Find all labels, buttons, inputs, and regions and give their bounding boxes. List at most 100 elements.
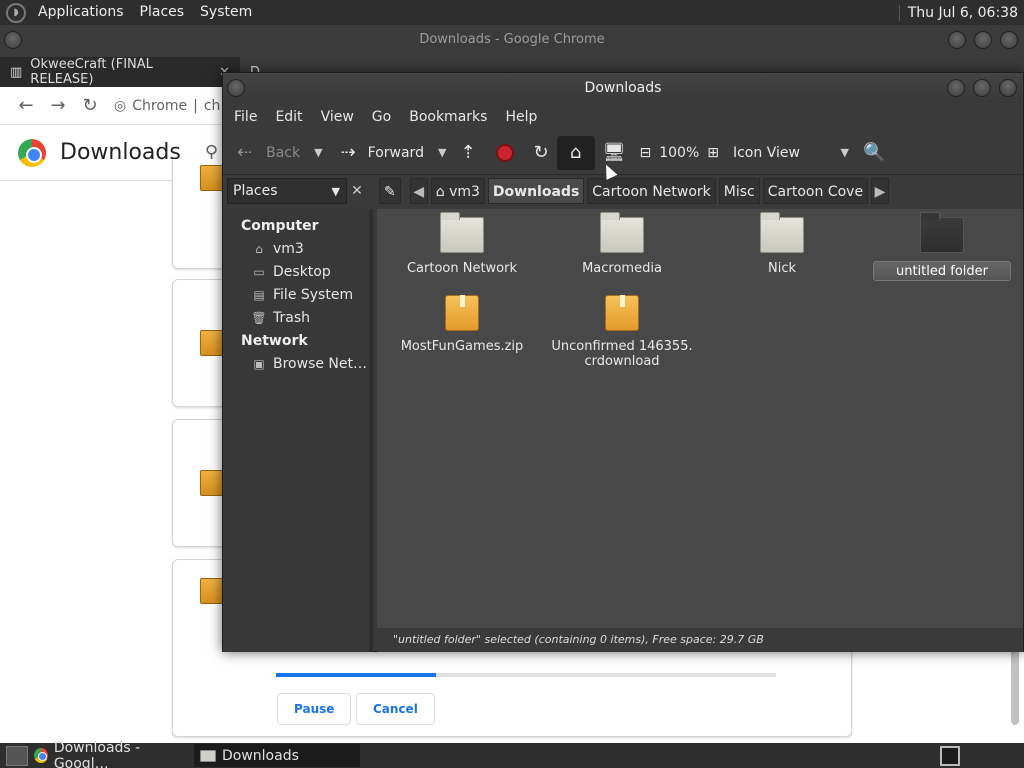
search-button[interactable]: 🔍 — [857, 136, 891, 170]
tab-label: OkweeCraft (FINAL RELEASE) — [30, 57, 153, 87]
zoom-level: 100% — [659, 144, 700, 161]
sidebar-item-vm3[interactable]: ⌂ vm3 — [223, 238, 369, 261]
window-menu-icon[interactable] — [227, 79, 245, 97]
forward-icon[interactable]: → — [42, 95, 74, 116]
omnibox-label: Chrome — [132, 97, 188, 114]
sidebar-places-select[interactable]: Places ▼ — [227, 178, 347, 204]
view-mode-select[interactable]: Icon View ▼ — [727, 136, 855, 170]
pencil-icon: ✎ — [384, 184, 396, 200]
back-label: Back — [266, 144, 301, 161]
back-icon[interactable]: ← — [10, 95, 42, 116]
menu-file[interactable]: File — [225, 109, 266, 125]
back-button[interactable]: ⇠ Back — [231, 136, 306, 170]
minimize-icon[interactable] — [947, 79, 965, 97]
clock[interactable]: Thu Jul 6, 06:38 — [898, 4, 1024, 21]
forward-label: Forward — [367, 144, 424, 161]
chevron-down-icon: ▼ — [314, 146, 323, 159]
file-item-label-line2: crdownload — [584, 354, 660, 369]
applications-menu[interactable]: Applications — [30, 0, 132, 25]
file-item-folder[interactable]: Nick — [697, 212, 867, 276]
computer-icon: 🖥 — [602, 142, 626, 163]
file-item-label: Cartoon Network — [406, 261, 518, 276]
edit-location-button[interactable]: ✎ — [379, 178, 401, 204]
close-window-icon[interactable] — [999, 79, 1017, 97]
archive-icon — [605, 295, 639, 331]
up-button[interactable]: ⇡ — [454, 136, 481, 170]
tab-okweecraft[interactable]: ▥ OkweeCraft (FINAL RELEASE) ✕ — [0, 57, 240, 87]
chevron-down-icon: ▼ — [840, 146, 849, 159]
network-icon: ▣ — [253, 357, 265, 371]
breadcrumb-downloads[interactable]: Downloads — [487, 178, 585, 204]
breadcrumb-right-arrow[interactable]: ▶ — [871, 178, 890, 204]
fm-titlebar[interactable]: Downloads — [223, 73, 1023, 103]
file-item-folder[interactable]: Cartoon Network — [377, 212, 547, 276]
desktop-icon: ▭ — [253, 265, 265, 279]
places-menu[interactable]: Places — [132, 0, 193, 25]
menu-view[interactable]: View — [312, 109, 363, 125]
home-icon: ⌂ — [569, 142, 582, 163]
top-panel: ◗ Applications Places System Thu Jul 6, … — [0, 0, 1024, 25]
forward-arrow-icon: ⇢ — [340, 142, 356, 163]
distro-logo-icon[interactable]: ◗ — [6, 2, 26, 23]
omnibox[interactable]: ◎ Chrome | ch — [114, 98, 220, 114]
reload-icon[interactable]: ↻ — [74, 95, 106, 116]
zoom-in-icon: ⊞ — [707, 144, 719, 161]
sidebar-close-button[interactable]: ✕ — [346, 178, 368, 204]
home-icon: ⌂ — [255, 242, 263, 256]
system-menu[interactable]: System — [192, 0, 260, 25]
cancel-button[interactable]: Cancel — [356, 693, 435, 725]
taskbar-item-file-manager[interactable]: Downloads — [194, 744, 360, 767]
icon-view[interactable]: Cartoon Network Macromedia Nick untitled… — [377, 209, 1023, 628]
breadcrumb-cartoon-network[interactable]: Cartoon Network — [587, 178, 716, 204]
sidebar-item-file-system[interactable]: ▤ File System — [223, 284, 369, 307]
menu-go[interactable]: Go — [363, 109, 400, 125]
computer-button[interactable]: 🖥 — [597, 136, 632, 170]
workspace-switcher-icon[interactable] — [940, 745, 960, 766]
back-history-dropdown[interactable]: ▼ — [308, 136, 328, 170]
breadcrumb-vm3[interactable]: ⌂ vm3 — [430, 178, 485, 204]
file-item-folder-selected[interactable]: untitled folder — [857, 212, 1024, 281]
folder-icon — [920, 212, 964, 253]
scrollbar[interactable] — [1011, 645, 1019, 725]
taskbar-item-chrome[interactable]: Downloads - Googl… — [28, 740, 194, 768]
chrome-icon — [34, 748, 48, 763]
sidebar-item-trash[interactable]: 🗑 Trash — [223, 307, 369, 330]
back-arrow-icon: ⇠ — [237, 142, 253, 163]
archive-icon — [445, 295, 479, 331]
drive-icon: ▤ — [253, 288, 265, 302]
home-button[interactable]: ⌂ — [556, 135, 595, 170]
sidebar-item-label: Desktop — [273, 264, 331, 280]
sidebar-item-browse-network[interactable]: ▣ Browse Net… — [223, 353, 369, 376]
stop-button[interactable] — [490, 136, 520, 170]
forward-history-dropdown[interactable]: ▼ — [432, 136, 452, 170]
stop-icon — [495, 143, 514, 162]
maximize-icon[interactable] — [974, 31, 992, 49]
reload-button[interactable]: ↻ — [528, 136, 555, 170]
menu-bookmarks[interactable]: Bookmarks — [400, 109, 496, 125]
window-menu-icon[interactable] — [4, 31, 22, 49]
sidebar-item-desktop[interactable]: ▭ Desktop — [223, 261, 369, 284]
file-item-archive[interactable]: MostFunGames.zip — [377, 295, 547, 354]
file-item-folder[interactable]: Macromedia — [537, 212, 707, 276]
close-window-icon[interactable] — [1000, 31, 1018, 49]
sidebar-section-computer: Computer — [241, 218, 319, 234]
maximize-icon[interactable] — [973, 79, 991, 97]
breadcrumb-left-arrow[interactable]: ◀ — [409, 178, 428, 204]
minimize-icon[interactable] — [948, 31, 966, 49]
fm-window-title: Downloads — [584, 80, 662, 96]
menu-help[interactable]: Help — [496, 109, 546, 125]
forward-button[interactable]: ⇢ Forward — [335, 136, 430, 170]
rename-field[interactable]: untitled folder — [873, 261, 1011, 281]
zoom-out-button[interactable]: ⊟ — [633, 136, 657, 170]
zoom-in-button[interactable]: ⊞ — [701, 136, 725, 170]
fm-menubar: File Edit View Go Bookmarks Help — [223, 103, 1023, 131]
breadcrumb-misc[interactable]: Misc — [718, 178, 760, 204]
pause-button[interactable]: Pause — [277, 693, 352, 725]
breadcrumb-cartoon-cove[interactable]: Cartoon Cove — [762, 178, 869, 204]
file-item-archive[interactable]: Unconfirmed 146355. crdownload — [537, 295, 707, 369]
tab-favicon-icon: ▥ — [10, 64, 23, 80]
file-item-label: MostFunGames.zip — [400, 339, 524, 354]
chrome-titlebar[interactable]: Downloads - Google Chrome — [0, 25, 1024, 55]
menu-edit[interactable]: Edit — [266, 109, 311, 125]
show-desktop-icon[interactable] — [6, 745, 28, 766]
